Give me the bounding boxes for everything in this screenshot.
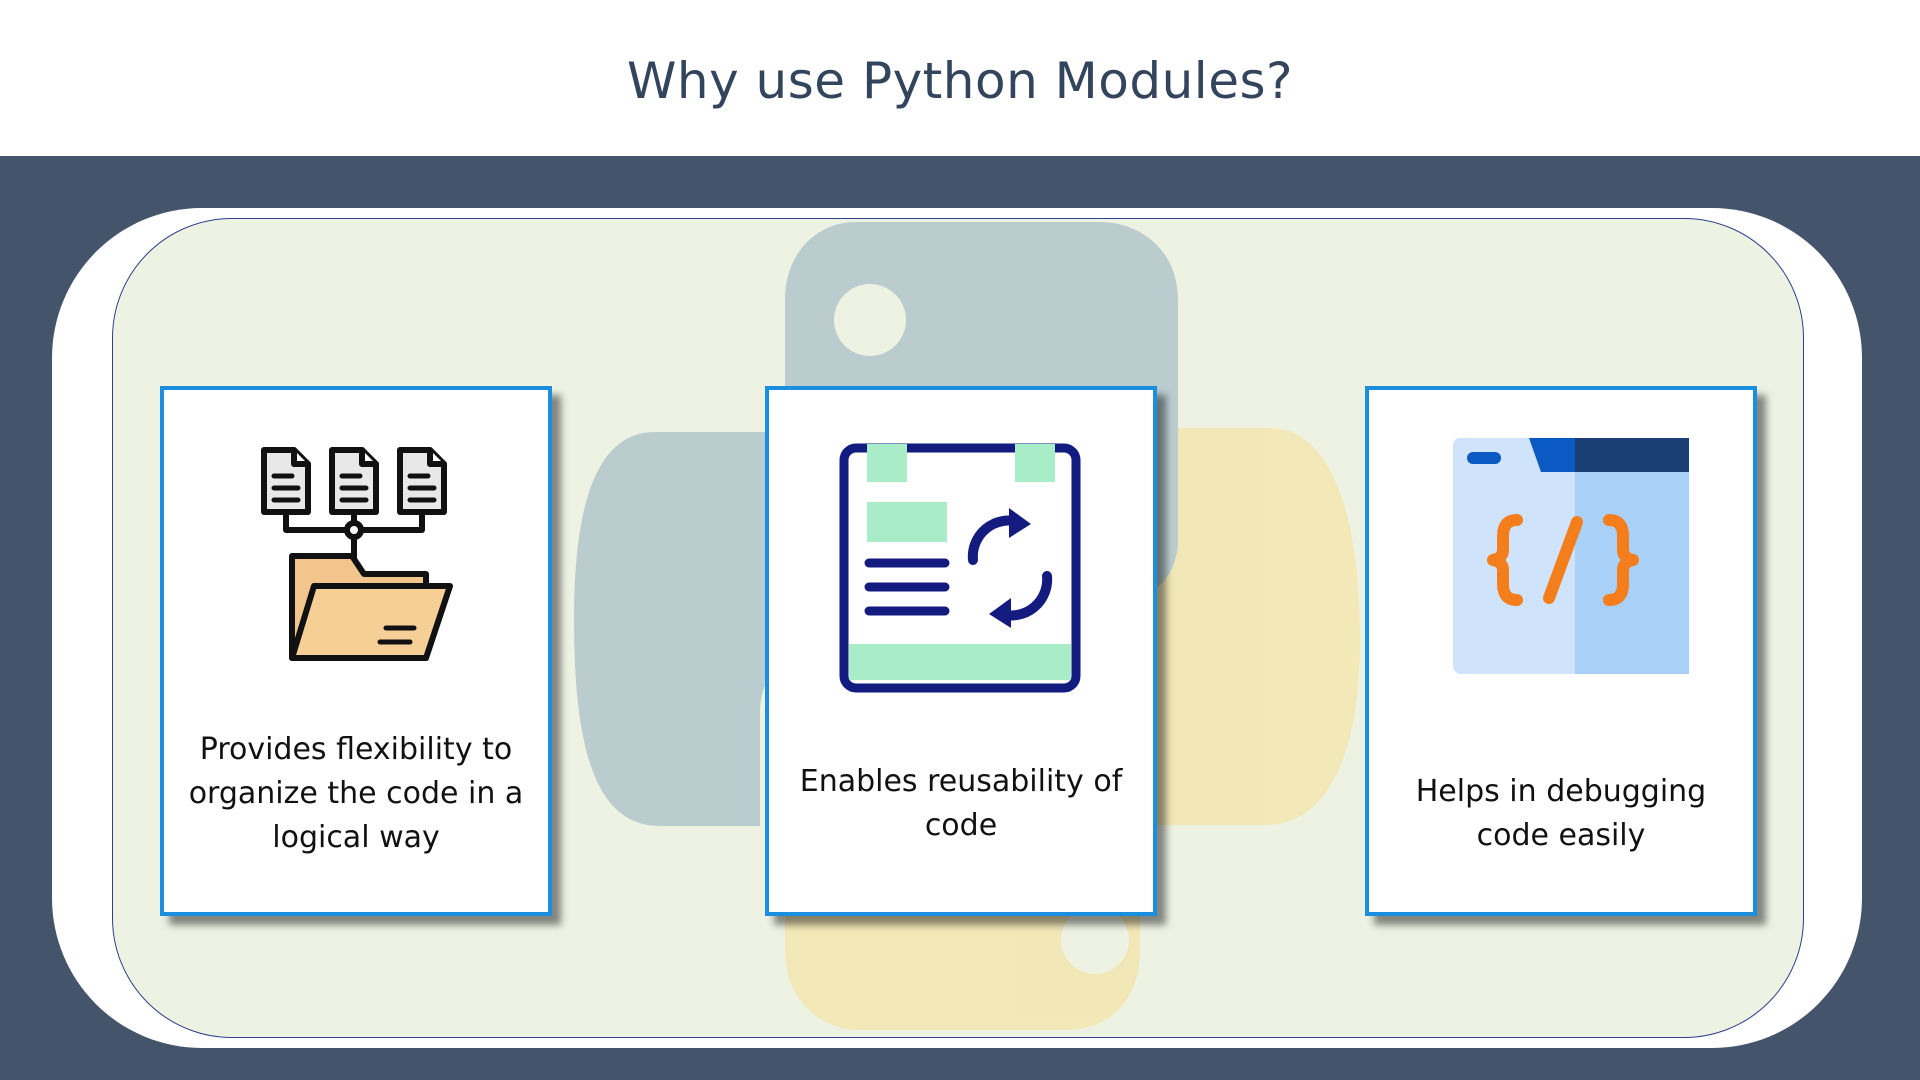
card-organize: Provides flexibility to organize the cod… (160, 386, 552, 916)
card-reusability: Enables reusability of code (765, 386, 1157, 916)
folder-documents-icon (261, 447, 453, 661)
code-window-icon (1453, 438, 1689, 674)
python-logo-eye-bottom (1061, 906, 1129, 974)
card-reusability-text: Enables reusability of code (799, 764, 1123, 843)
card-organize-text: Provides flexibility to organize the cod… (188, 732, 524, 855)
card-debugging: Helps in debugging code easily (1365, 386, 1757, 916)
slide: Why use Python Modules? Provides flexibi… (0, 0, 1920, 1080)
python-logo-eye-top (834, 284, 906, 356)
reusable-document-icon (839, 443, 1081, 693)
card-debugging-text: Helps in debugging code easily (1415, 774, 1707, 853)
